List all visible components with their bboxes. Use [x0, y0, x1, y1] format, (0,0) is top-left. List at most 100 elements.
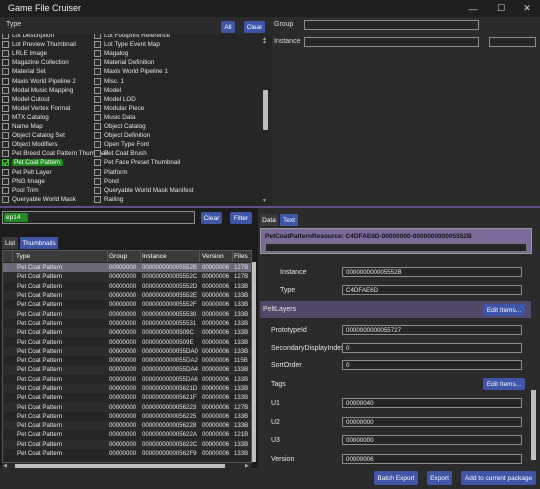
table-row[interactable]: Pet Coat Pattern 00000000 00000000000562F9…: [3, 449, 251, 458]
resource-description-field[interactable]: [265, 243, 527, 252]
checkbox[interactable]: [94, 159, 101, 167]
property-scrollbar-thumb[interactable]: [531, 390, 536, 460]
add-to-package-button[interactable]: Add to current package: [461, 471, 536, 485]
type-list-item[interactable]: Pool Trim: [2, 186, 39, 195]
checkbox[interactable]: [2, 141, 9, 149]
all-types-button[interactable]: All: [221, 21, 235, 33]
checkbox[interactable]: [2, 68, 9, 76]
table-row[interactable]: Pet Coat Pattern 00000000 000000000005621D…: [3, 383, 251, 394]
table-row[interactable]: Pet Coat Pattern 00000000 0000000000055DA0…: [3, 346, 251, 356]
peltlayers-edit-button[interactable]: Edit Items...: [483, 304, 525, 316]
table-row[interactable]: Pet Coat Pattern 00000000 0000000000056223…: [3, 402, 251, 412]
sort-order-value[interactable]: 0: [342, 360, 522, 370]
tab-text[interactable]: Text: [280, 214, 298, 226]
type-list-item[interactable]: Modal Music Mapping: [2, 86, 73, 95]
checkbox[interactable]: [2, 59, 9, 67]
type-list-item[interactable]: Lot Preview Thumbnail: [2, 40, 76, 49]
prototype-value[interactable]: 0000000000055727: [342, 325, 522, 335]
type-list-item[interactable]: Magalog: [94, 49, 128, 58]
table-row[interactable]: Pet Coat Pattern 00000000 000000000005552C…: [3, 272, 251, 282]
table-row[interactable]: Pet Coat Pattern 00000000 000000000005552D…: [3, 282, 251, 291]
checkbox[interactable]: [2, 113, 9, 121]
checkbox[interactable]: [94, 41, 101, 49]
checkbox[interactable]: [2, 150, 9, 158]
table-row[interactable]: Pet Coat Pattern 00000000 000000000005552F…: [3, 300, 251, 309]
checkbox[interactable]: [94, 86, 101, 94]
checkbox[interactable]: [2, 195, 9, 203]
checkbox[interactable]: [2, 86, 9, 94]
type-list-item[interactable]: Pond: [94, 177, 119, 186]
type-list-item[interactable]: Pet Coat Brush: [94, 149, 147, 158]
type-list-item[interactable]: Model Cutout: [2, 95, 49, 104]
u2-value[interactable]: 00000000: [342, 417, 522, 427]
type-list-item[interactable]: Object Modifiers: [2, 140, 58, 149]
type-list-item[interactable]: PNG Image: [2, 177, 45, 186]
checkbox[interactable]: [94, 50, 101, 58]
checkbox[interactable]: [2, 77, 9, 85]
checkbox[interactable]: [94, 68, 101, 76]
table-row[interactable]: Pet Coat Pattern 00000000 000000000005552E…: [3, 290, 251, 301]
type-list-item[interactable]: Modular Piece: [94, 104, 144, 113]
checkbox[interactable]: [94, 150, 101, 158]
tab-data[interactable]: Data: [260, 214, 278, 226]
header-instance[interactable]: Instance: [141, 251, 200, 262]
instance-field-secondary[interactable]: [489, 37, 536, 47]
type-list-item[interactable]: Magazine Collection: [2, 58, 69, 67]
type-prop-value[interactable]: C4DFAE6D: [342, 285, 522, 295]
table-row[interactable]: Pet Coat Pattern 00000000 0000000000055DA6…: [3, 375, 251, 384]
checkbox[interactable]: [2, 104, 9, 112]
type-list-item[interactable]: Lot Description: [2, 34, 54, 40]
checkbox[interactable]: [94, 195, 101, 203]
checked-checkbox-icon[interactable]: [2, 159, 9, 167]
version-value[interactable]: 00000006: [342, 454, 522, 464]
table-vertical-scrollbar[interactable]: [252, 262, 256, 462]
table-row[interactable]: Pet Coat Pattern 00000000 000000000005621F…: [3, 393, 251, 402]
type-list-item[interactable]: Model LOD: [94, 95, 136, 104]
table-row[interactable]: Pet Coat Pattern 00000000 0000000000055DA4…: [3, 365, 251, 375]
checkbox[interactable]: [94, 132, 101, 140]
type-list-item[interactable]: Object Catalog: [94, 122, 146, 131]
table-row[interactable]: Pet Coat Pattern 00000000 0000000000056228…: [3, 421, 251, 431]
minimize-button[interactable]: —: [459, 0, 487, 17]
u3-value[interactable]: 00000000: [342, 435, 522, 445]
checkbox[interactable]: [94, 141, 101, 149]
table-row[interactable]: Pet Coat Pattern 00000000 0000000000055531…: [3, 319, 251, 328]
group-field[interactable]: [304, 20, 479, 30]
checkbox[interactable]: [2, 177, 9, 185]
table-row[interactable]: Pet Coat Pattern 00000000 00000000000509E 0…: [3, 337, 251, 346]
scroll-down-icon[interactable]: ▼: [262, 198, 267, 204]
type-list-item[interactable]: Model Vertex Format: [2, 104, 70, 113]
checkbox[interactable]: [94, 77, 101, 85]
close-button[interactable]: ✕: [513, 0, 540, 17]
table-row[interactable]: Pet Coat Pattern 00000000 000000000005622C…: [3, 439, 251, 449]
type-list-item[interactable]: Misc. 1: [94, 77, 124, 86]
checkbox[interactable]: [2, 41, 9, 49]
checkbox[interactable]: [94, 59, 101, 67]
collapse-icon[interactable]: ▲: [262, 39, 267, 45]
header-files[interactable]: Files: [233, 251, 251, 262]
checkbox[interactable]: [94, 104, 101, 112]
table-row[interactable]: Pet Coat Pattern 00000000 000000000005622A…: [3, 430, 251, 439]
checkbox[interactable]: [94, 168, 101, 176]
type-list-item[interactable]: Open Type Font: [94, 140, 149, 149]
checkbox[interactable]: [94, 177, 101, 185]
type-list-item[interactable]: Maxis World Pipeline 2: [2, 77, 76, 86]
checkbox[interactable]: [94, 123, 101, 130]
batch-export-button[interactable]: Batch Export: [374, 471, 418, 485]
type-list-item[interactable]: Railing: [94, 195, 123, 204]
type-list-item[interactable]: Pet Coat Pattern: [2, 158, 63, 167]
type-list-item[interactable]: Music Data: [94, 113, 136, 122]
secondary-display-index-value[interactable]: 0: [342, 343, 522, 353]
tab-list[interactable]: List: [2, 237, 18, 249]
type-list-item[interactable]: Lot Footprint Reference: [94, 34, 170, 40]
checkbox[interactable]: [94, 113, 101, 121]
instance-prop-value[interactable]: 000000000005552B: [342, 267, 522, 277]
type-list-item[interactable]: Queryable World Mask: [2, 195, 76, 204]
checkbox[interactable]: [2, 186, 9, 194]
table-row[interactable]: Pet Coat Pattern 00000000 0000000000056225…: [3, 412, 251, 421]
type-list-item[interactable]: MTX Catalog: [2, 113, 49, 122]
checkbox[interactable]: [94, 95, 101, 103]
header-version[interactable]: Version: [200, 251, 233, 262]
export-button[interactable]: Export: [427, 471, 452, 485]
type-list-item[interactable]: Material Definition: [94, 58, 154, 67]
